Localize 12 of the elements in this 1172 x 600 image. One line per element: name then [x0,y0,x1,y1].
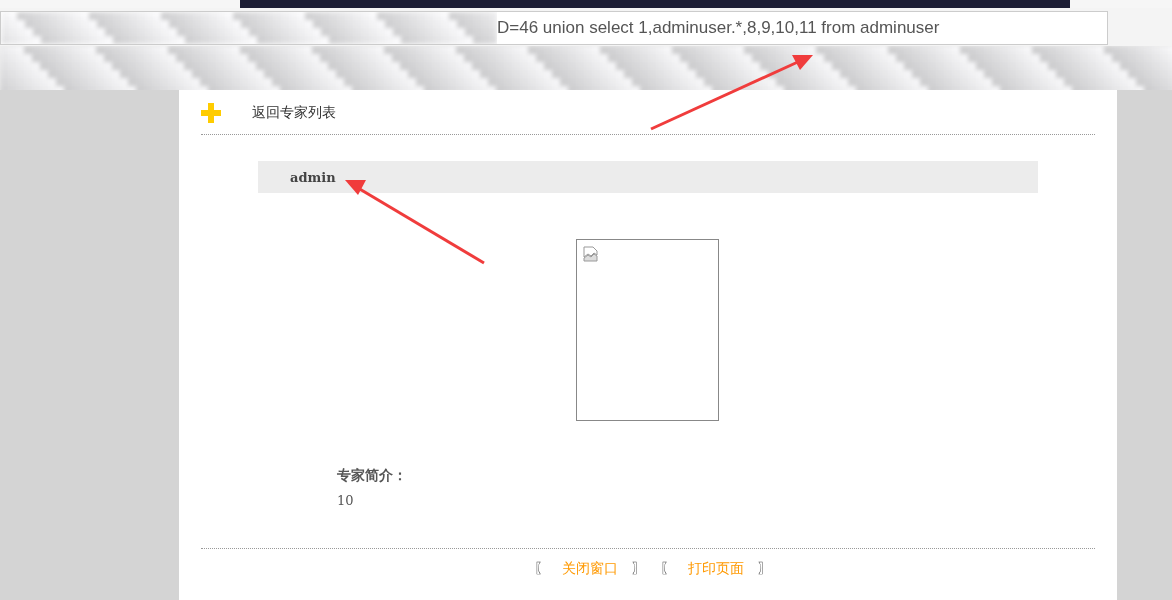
intro-text: 10 [337,493,355,508]
plus-icon [201,103,221,123]
bracket: 〖 [534,560,548,576]
broken-image-icon [583,246,599,262]
bracket: 〖 [660,560,674,576]
expert-name: admin [290,169,336,185]
bracket: 〗 [758,560,772,576]
address-field[interactable]: D=46 union select 1,adminuser.*,8,9,10,11 from adminuser [0,11,1108,45]
intro-label: 专家简介： [337,467,408,485]
url-text: D=46 union select 1,adminuser.*,8,9,10,11 from adminuser [497,18,940,38]
back-link[interactable]: 返回专家列表 [252,104,336,122]
bracket: 〗 [632,560,646,576]
